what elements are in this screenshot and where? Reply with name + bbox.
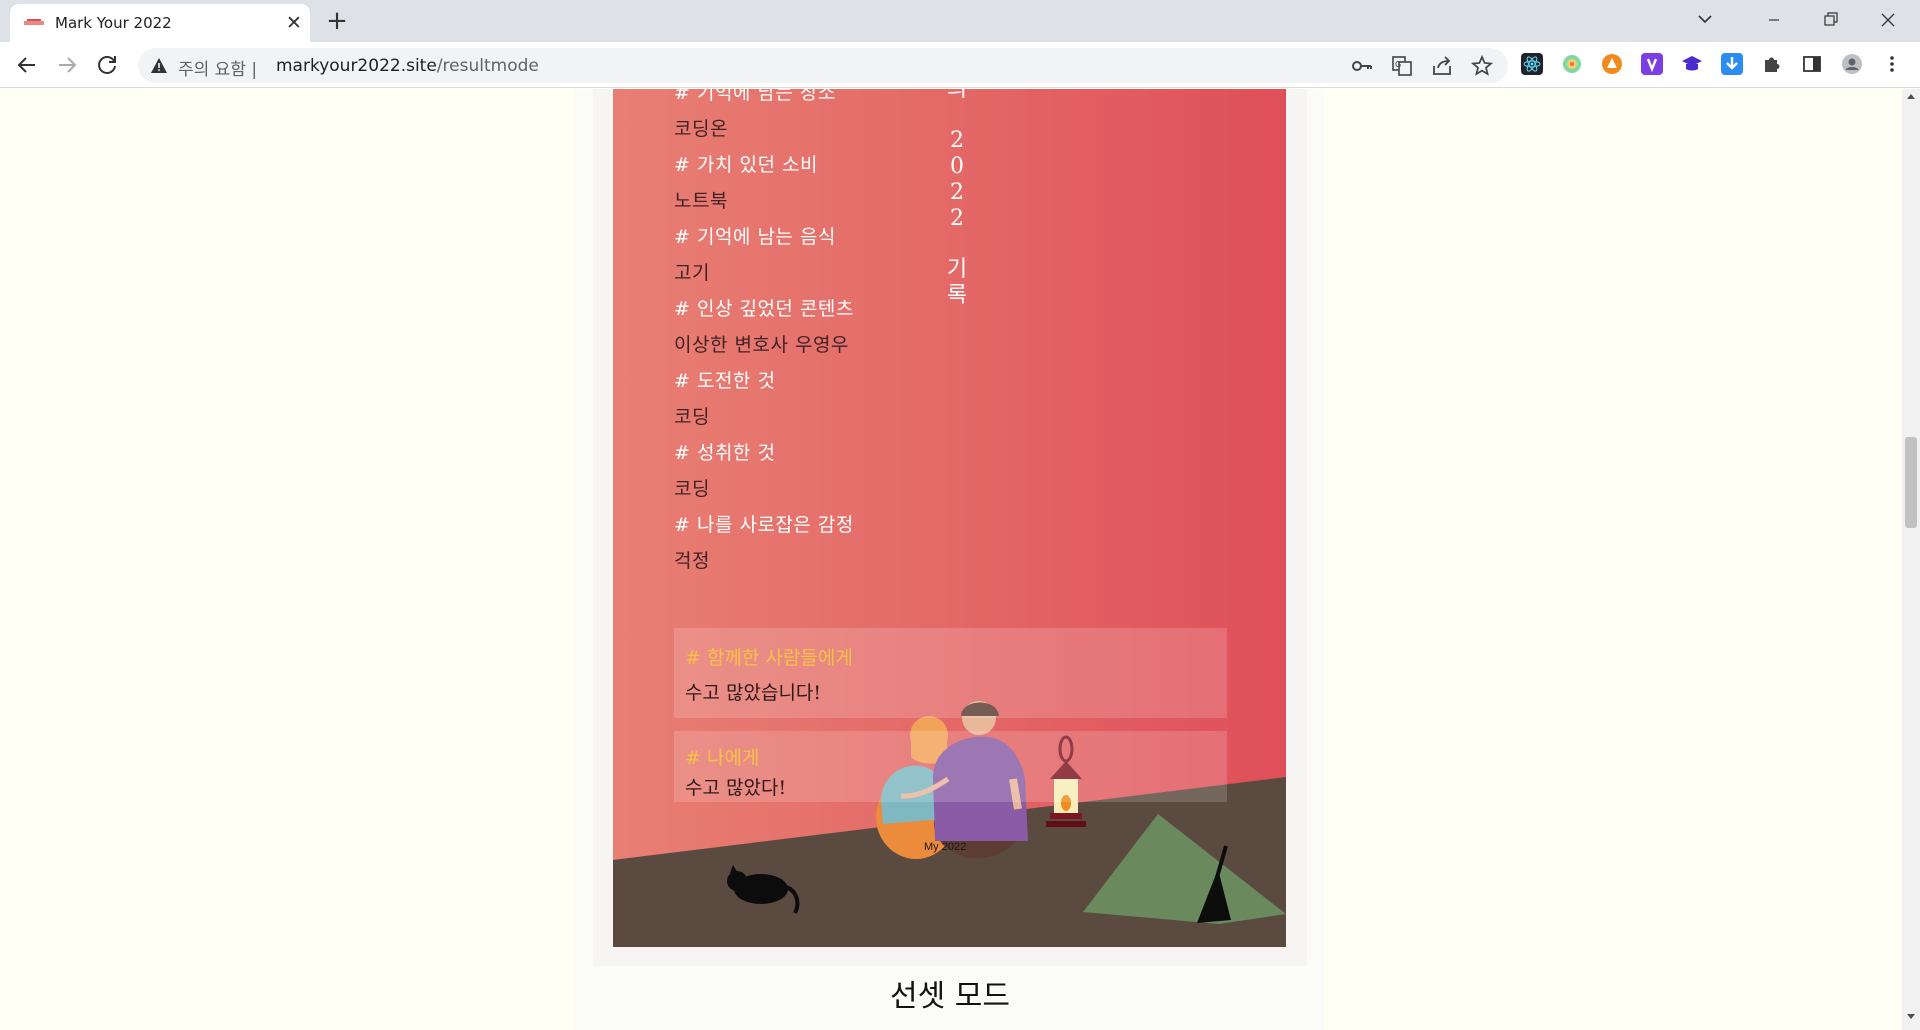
poster-caption: My 2022 xyxy=(924,841,967,853)
vertical-title-char: 의 xyxy=(946,89,968,102)
svg-text:G: G xyxy=(1395,60,1401,69)
message-answer: 수고 많았다! xyxy=(685,777,787,799)
download-extension-icon[interactable] xyxy=(1721,53,1743,75)
color-picker-extension-icon[interactable] xyxy=(1561,53,1583,75)
qa-question: # 나를 사로잡은 감정 xyxy=(674,514,854,536)
vertical-title-char: 0 xyxy=(950,154,964,179)
qa-answer: 걱정 xyxy=(674,550,710,572)
forward-arrow-icon[interactable] xyxy=(51,49,83,81)
vertical-title-char: 기 xyxy=(946,257,968,282)
message-box-others: # 함께한 사람들에게 수고 많았습니다! xyxy=(674,628,1227,718)
vertical-title: 의2022기록 xyxy=(946,89,968,309)
scroll-down-arrow-icon[interactable] xyxy=(1906,1013,1916,1021)
vue-style-extension-icon[interactable] xyxy=(1641,53,1663,75)
vertical-title-char xyxy=(946,232,968,257)
vertical-title-char: 2 xyxy=(950,128,964,153)
browser-toolbar: 주의 요함 | markyour2022.site/resultmode G xyxy=(0,42,1920,123)
warning-triangle-icon[interactable] xyxy=(150,57,168,74)
close-window-icon[interactable] xyxy=(1860,3,1916,37)
share-icon[interactable] xyxy=(1430,54,1454,78)
restore-icon[interactable] xyxy=(1803,3,1859,37)
page-viewport: # 기억에 남는 장소코딩온 # 가치 있던 소비노트북 # 기억에 남는 음식고기… xyxy=(0,89,1902,1030)
qa-question: # 기억에 남는 음식 xyxy=(674,226,836,248)
qa-question: # 가치 있던 소비 xyxy=(674,154,818,176)
bookmark-star-icon[interactable] xyxy=(1470,54,1494,78)
menu-kebab-icon[interactable] xyxy=(1881,53,1903,75)
qa-list: # 기억에 남는 장소코딩온 # 가치 있던 소비노트북 # 기억에 남는 음식고기… xyxy=(674,89,924,579)
translate-icon[interactable]: G xyxy=(1390,54,1414,78)
address-bar[interactable]: 주의 요함 | markyour2022.site/resultmode G xyxy=(138,48,1508,83)
extensions-puzzle-icon[interactable] xyxy=(1761,53,1783,75)
url-text[interactable]: markyour2022.site/resultmode xyxy=(276,56,539,76)
qa-answer: 코딩 xyxy=(674,406,710,428)
minimize-icon[interactable] xyxy=(1746,3,1802,37)
new-tab-button[interactable]: + xyxy=(322,7,352,37)
vertical-scrollbar[interactable] xyxy=(1902,89,1920,1030)
site-favicon-icon xyxy=(24,19,44,25)
tab-strip: Mark Your 2022 ✕ + xyxy=(0,0,1920,42)
key-icon[interactable] xyxy=(1350,54,1374,78)
orange-extension-icon[interactable] xyxy=(1601,53,1623,75)
reload-icon[interactable] xyxy=(91,49,123,81)
qa-answer: 코딩온 xyxy=(674,118,728,140)
browser-window: Mark Your 2022 ✕ + 주의 요함 | markyour2022.… xyxy=(0,0,1920,1030)
back-arrow-icon[interactable] xyxy=(11,49,43,81)
scroll-up-arrow-icon[interactable] xyxy=(1906,92,1916,100)
close-tab-icon[interactable]: ✕ xyxy=(282,11,306,35)
result-poster: # 기억에 남는 장소코딩온 # 가치 있던 소비노트북 # 기억에 남는 음식고기… xyxy=(613,89,1286,947)
message-question: # 함께한 사람들에게 xyxy=(685,647,853,669)
vertical-title-char: 2 xyxy=(950,206,964,231)
graduation-cap-extension-icon[interactable] xyxy=(1681,53,1703,75)
vertical-title-char: 록 xyxy=(946,283,968,308)
tab-title: Mark Your 2022 xyxy=(55,14,172,32)
message-answer: 수고 많았습니다! xyxy=(685,682,822,704)
profile-avatar-icon[interactable] xyxy=(1841,53,1863,75)
scrollbar-thumb[interactable] xyxy=(1905,437,1917,528)
qa-question: # 인상 깊었던 콘텐츠 xyxy=(674,298,854,320)
qa-answer: 고기 xyxy=(674,262,710,284)
qa-question: # 도전한 것 xyxy=(674,370,776,392)
browser-tab[interactable]: Mark Your 2022 ✕ xyxy=(10,4,310,42)
qa-answer: 코딩 xyxy=(674,478,710,500)
qa-answer: 노트북 xyxy=(674,190,728,212)
vertical-title-char: 2 xyxy=(950,180,964,205)
mode-title: 선셋 모드 xyxy=(890,979,1010,1014)
tab-search-chevron-icon[interactable] xyxy=(1690,8,1720,30)
qa-question: # 성취한 것 xyxy=(674,442,776,464)
side-panel-icon[interactable] xyxy=(1801,53,1823,75)
qa-answer: 이상한 변호사 우영우 xyxy=(674,334,849,356)
qa-question: # 기억에 남는 장소 xyxy=(674,89,836,104)
react-devtools-icon[interactable] xyxy=(1521,53,1543,75)
message-box-self: # 나에게 수고 많았다! xyxy=(674,731,1227,802)
vertical-title-char xyxy=(946,103,968,128)
message-question: # 나에게 xyxy=(685,747,760,769)
security-warning-label[interactable]: 주의 요함 | xyxy=(178,55,257,80)
